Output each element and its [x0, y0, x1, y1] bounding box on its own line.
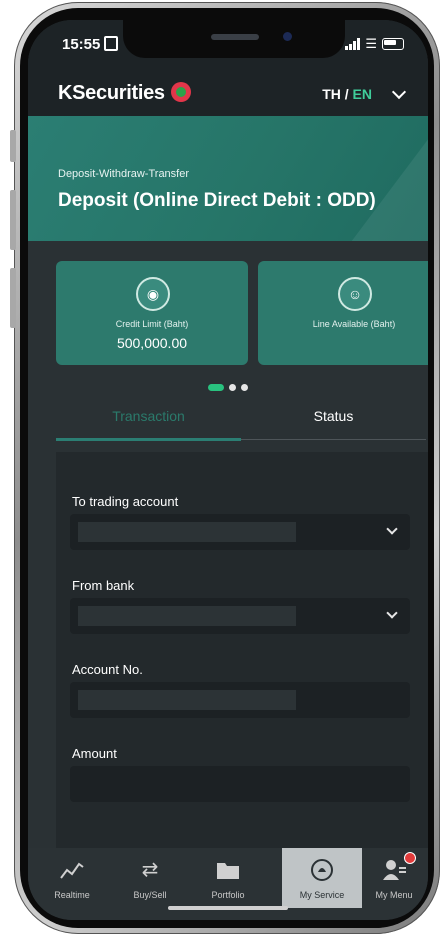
battery-icon	[382, 38, 404, 50]
notification-badge	[404, 852, 416, 864]
carousel-dot-active[interactable]	[208, 384, 224, 391]
status-time: 15:55	[62, 36, 119, 53]
from-bank-label: From bank	[72, 578, 135, 593]
account-no-field[interactable]	[70, 682, 410, 718]
amount-input[interactable]	[70, 766, 410, 802]
mute-switch	[10, 130, 16, 162]
nav-label: Realtime	[54, 890, 90, 900]
lang-en[interactable]: EN	[353, 86, 372, 102]
tab-divider	[241, 439, 426, 440]
trading-account-label: To trading account	[72, 494, 179, 509]
language-switcher[interactable]: TH / EN	[322, 86, 372, 102]
carousel-dots	[208, 384, 248, 391]
chevron-down-icon	[386, 523, 398, 535]
sim-icon	[104, 36, 119, 51]
account-no-label: Account No.	[72, 662, 143, 677]
cards-carousel[interactable]: ◉ Credit Limit (Baht) 500,000.00 ☺ Line …	[28, 241, 428, 401]
status-bar: 15:55 ☰	[28, 20, 428, 72]
nav-my-service[interactable]: My Service	[282, 848, 362, 908]
from-bank-select[interactable]	[70, 598, 410, 634]
service-icon	[309, 858, 335, 882]
wifi-icon: ☰	[365, 36, 377, 51]
user-menu-icon	[381, 858, 407, 882]
bottom-nav: Realtime ⇄ Buy/Sell Portfolio My Service…	[28, 848, 428, 920]
hand-coin-icon: ☺	[338, 277, 372, 311]
deposit-form: To trading account From bank Account No.…	[56, 452, 428, 852]
card-value: 500,000.00	[116, 335, 188, 351]
chevron-down-icon[interactable]	[391, 84, 407, 100]
nav-label: Portfolio	[211, 890, 245, 900]
card-label: Line Available (Baht)	[312, 319, 396, 329]
page-title: Deposit (Online Direct Debit : ODD)	[58, 190, 376, 211]
nav-buy-sell[interactable]: ⇄ Buy/Sell	[114, 848, 186, 908]
app-header: KSecurities TH / EN	[28, 72, 428, 116]
logo: KSecurities	[58, 82, 191, 105]
carousel-dot[interactable]	[241, 384, 248, 391]
page-banner: Deposit-Withdraw-Transfer Deposit (Onlin…	[28, 116, 428, 241]
volume-down-button	[10, 268, 16, 328]
status-time-text: 15:55	[62, 36, 101, 53]
active-tab-indicator	[56, 438, 241, 441]
nav-my-menu[interactable]: My Menu	[358, 848, 428, 908]
carousel-dot[interactable]	[229, 384, 236, 391]
tabs: Transaction Status	[56, 401, 426, 441]
credit-limit-card[interactable]: ◉ Credit Limit (Baht) 500,000.00	[56, 261, 248, 365]
lang-th[interactable]: TH	[322, 86, 341, 102]
amount-label: Amount	[72, 746, 117, 761]
chart-line-icon	[59, 858, 85, 882]
line-available-card[interactable]: ☺ Line Available (Baht)	[258, 261, 428, 365]
nav-portfolio[interactable]: Portfolio	[192, 848, 264, 908]
card-label: Credit Limit (Baht)	[115, 319, 189, 329]
screen: 15:55 ☰ KSecurities TH / EN Deposit-With…	[28, 20, 428, 920]
chevron-down-icon	[386, 607, 398, 619]
nav-label: Buy/Sell	[133, 890, 167, 900]
volume-up-button	[10, 190, 16, 250]
account-no-value	[78, 690, 296, 710]
trading-account-value	[78, 522, 296, 542]
arrows-swap-icon: ⇄	[141, 859, 159, 881]
tab-transaction[interactable]: Transaction	[56, 401, 241, 439]
home-indicator[interactable]	[168, 906, 288, 910]
nav-realtime[interactable]: Realtime	[36, 848, 108, 908]
banner-decoration	[348, 116, 428, 241]
nav-label: My Menu	[375, 890, 413, 900]
signal-icon	[345, 38, 361, 50]
kbank-logo-icon	[170, 82, 191, 102]
nav-label: My Service	[299, 890, 345, 900]
lang-separator: /	[344, 86, 349, 102]
front-camera	[283, 32, 292, 41]
logo-text: KSecurities	[58, 82, 165, 104]
trading-account-select[interactable]	[70, 514, 410, 550]
folder-icon	[215, 858, 241, 882]
coins-icon: ◉	[136, 277, 170, 311]
breadcrumb: Deposit-Withdraw-Transfer	[58, 168, 190, 180]
from-bank-value	[78, 606, 296, 626]
notch	[123, 20, 345, 58]
tab-status[interactable]: Status	[241, 401, 426, 439]
status-icons: ☰	[345, 36, 404, 52]
speaker-grill	[211, 34, 259, 40]
